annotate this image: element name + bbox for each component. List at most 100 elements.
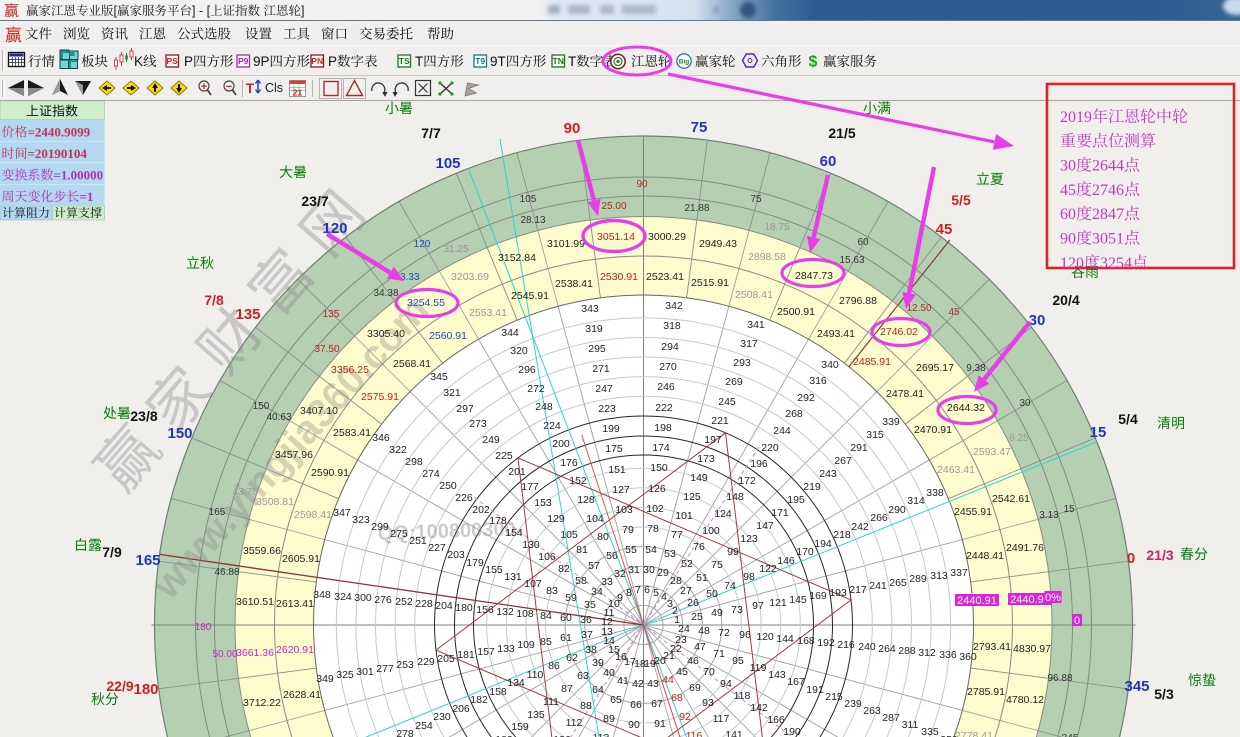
svg-text:2448.41: 2448.41: [966, 550, 1004, 562]
svg-text:120: 120: [756, 631, 774, 643]
svg-text:297: 297: [456, 403, 474, 415]
svg-text:106: 106: [538, 551, 556, 563]
svg-text:5/4: 5/4: [1118, 411, 1138, 427]
svg-text:3407.10: 3407.10: [300, 405, 338, 417]
svg-text:7: 7: [635, 584, 641, 596]
svg-text:248: 248: [535, 401, 553, 413]
svg-text:75: 75: [691, 119, 708, 136]
svg-text:52: 52: [681, 558, 693, 570]
svg-text:83: 83: [546, 585, 558, 597]
svg-text:230: 230: [433, 711, 451, 723]
svg-text:324: 324: [334, 591, 352, 603]
svg-text:31: 31: [628, 564, 640, 576]
svg-text:135: 135: [323, 309, 340, 320]
svg-text:246: 246: [657, 381, 675, 393]
svg-text:87: 87: [561, 683, 573, 695]
svg-text:23/8: 23/8: [130, 408, 157, 424]
svg-text:77: 77: [671, 529, 683, 541]
svg-text:220: 220: [761, 442, 779, 454]
svg-text:216: 216: [837, 639, 855, 651]
svg-text:21/3: 21/3: [1146, 547, 1173, 563]
svg-text:314: 314: [907, 495, 925, 507]
svg-text:60: 60: [1060, 206, 1076, 223]
svg-text:79: 79: [622, 524, 634, 536]
svg-text:240: 240: [858, 641, 876, 653]
svg-text:2644: 2644: [1092, 158, 1124, 175]
svg-text:193: 193: [829, 587, 847, 599]
svg-text:21: 21: [293, 88, 303, 98]
svg-text:252: 252: [395, 596, 413, 608]
svg-text:15: 15: [1063, 504, 1075, 515]
svg-text:78: 78: [647, 523, 659, 535]
svg-text:215: 215: [825, 691, 843, 703]
svg-text:2523.41: 2523.41: [646, 271, 684, 283]
svg-text:48: 48: [698, 625, 710, 637]
svg-text:263: 263: [863, 705, 881, 717]
svg-text:34: 34: [591, 586, 603, 598]
svg-text:126: 126: [648, 483, 666, 495]
svg-text:P: P: [328, 54, 337, 69]
svg-text:3610.51: 3610.51: [236, 596, 274, 608]
svg-text:150: 150: [650, 462, 668, 474]
svg-text:195: 195: [787, 494, 805, 506]
svg-text:2485.91: 2485.91: [853, 356, 891, 368]
svg-text:336: 336: [939, 649, 957, 661]
svg-text:2440.91: 2440.91: [1010, 594, 1050, 606]
svg-text:312: 312: [918, 647, 936, 659]
svg-text:2778.41: 2778.41: [955, 730, 993, 737]
svg-text:50.00: 50.00: [212, 649, 237, 660]
svg-text:2575.91: 2575.91: [361, 391, 399, 403]
svg-text:242: 242: [851, 521, 869, 533]
svg-text:15.63: 15.63: [839, 255, 864, 266]
svg-text:2019: 2019: [1060, 109, 1092, 126]
svg-text:339: 339: [882, 416, 900, 428]
svg-text:149: 149: [690, 472, 708, 484]
svg-text:2796.88: 2796.88: [839, 295, 877, 307]
svg-text:21/5: 21/5: [828, 125, 855, 141]
svg-text:=1: =1: [80, 189, 94, 204]
svg-text:3712.22: 3712.22: [243, 697, 281, 709]
svg-text:156: 156: [476, 604, 494, 616]
svg-text:120: 120: [322, 220, 347, 237]
svg-text:150: 150: [167, 425, 192, 442]
svg-text:268: 268: [785, 408, 803, 420]
svg-text:181: 181: [457, 649, 475, 661]
svg-text:92: 92: [679, 711, 691, 723]
svg-text:49: 49: [711, 607, 723, 619]
svg-text:45: 45: [948, 307, 960, 318]
svg-text:133: 133: [497, 643, 515, 655]
svg-text:2491.76: 2491.76: [1006, 542, 1044, 554]
svg-text:T9: T9: [475, 56, 485, 66]
svg-text:60: 60: [560, 612, 572, 624]
svg-text:3508.81: 3508.81: [256, 496, 294, 508]
svg-text:146: 146: [777, 555, 795, 567]
svg-text:86: 86: [548, 660, 560, 672]
svg-text:30: 30: [1019, 398, 1031, 409]
svg-text:278: 278: [396, 728, 414, 737]
svg-text:100: 100: [702, 525, 720, 537]
svg-text:170: 170: [796, 546, 814, 558]
svg-text:105: 105: [520, 194, 537, 205]
svg-text:323: 323: [352, 514, 370, 526]
svg-text:105: 105: [435, 155, 460, 172]
svg-text:45: 45: [1060, 182, 1076, 199]
svg-text:224: 224: [543, 420, 561, 432]
svg-text:104: 104: [586, 513, 604, 525]
svg-text:313: 313: [930, 570, 948, 582]
svg-text:27: 27: [680, 585, 692, 597]
svg-text:340: 340: [821, 359, 839, 371]
svg-text:37: 37: [581, 629, 593, 641]
svg-text:T: T: [568, 54, 576, 69]
svg-text:15: 15: [1090, 424, 1107, 441]
svg-text:40.63: 40.63: [266, 412, 291, 423]
svg-text:166: 166: [767, 714, 785, 726]
svg-text:118: 118: [734, 690, 751, 702]
svg-text:294: 294: [661, 341, 679, 353]
svg-text:Big: Big: [679, 59, 690, 66]
svg-text:6.25: 6.25: [1009, 433, 1029, 444]
svg-text:2515.91: 2515.91: [691, 277, 729, 289]
svg-text:270: 270: [659, 361, 677, 373]
svg-text:] - [: ] - [: [192, 4, 211, 18]
svg-text:205: 205: [437, 653, 455, 665]
svg-text:30: 30: [1029, 312, 1046, 329]
